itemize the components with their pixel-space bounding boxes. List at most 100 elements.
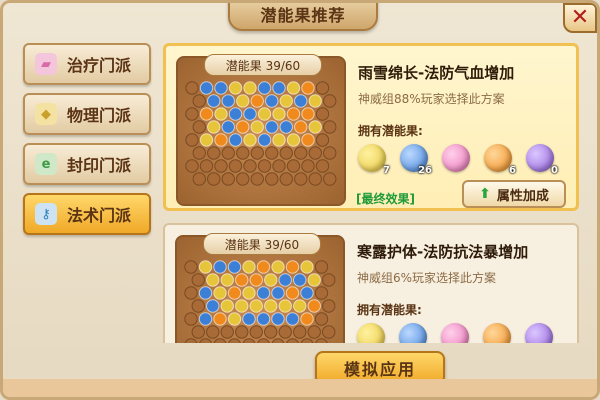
board-slot bbox=[228, 107, 243, 121]
board-slot bbox=[250, 120, 264, 134]
board-slot bbox=[301, 159, 315, 173]
owned-fruits-label: 拥有潜能果: bbox=[358, 124, 423, 138]
board-slot bbox=[191, 325, 205, 339]
board-slot bbox=[221, 94, 235, 108]
sidebar-item-seal[interactable]: e 封印门派 bbox=[23, 143, 151, 185]
board-slot bbox=[293, 273, 307, 287]
board-slot bbox=[315, 107, 330, 121]
attribute-bonus-button[interactable]: ⬆ 属性加成 bbox=[462, 180, 566, 208]
board-slot bbox=[236, 146, 250, 160]
final-effect-link[interactable]: [最终效果] bbox=[356, 190, 415, 207]
board-slot bbox=[323, 94, 337, 108]
board-slot bbox=[191, 273, 205, 287]
board-slot bbox=[207, 172, 221, 186]
board-slot bbox=[192, 94, 206, 108]
board-slot bbox=[184, 260, 198, 274]
board-slot bbox=[322, 299, 336, 313]
purple-fruit-icon: 0 bbox=[526, 144, 558, 176]
board-slot bbox=[323, 146, 337, 160]
board-slot bbox=[184, 312, 198, 326]
board-slot bbox=[243, 159, 257, 173]
board-slot bbox=[256, 260, 271, 274]
board-slot bbox=[199, 159, 214, 173]
board-slot bbox=[308, 120, 322, 134]
board-slot bbox=[271, 286, 285, 300]
board-slot bbox=[198, 286, 213, 300]
board-slot bbox=[214, 133, 228, 147]
board-slot bbox=[271, 338, 285, 343]
board-slot bbox=[242, 312, 256, 326]
board-slot bbox=[220, 299, 234, 313]
simulate-apply-label: 模拟应用 bbox=[343, 360, 416, 379]
board-slot bbox=[294, 172, 308, 186]
board-slot bbox=[214, 107, 228, 121]
board-slot bbox=[250, 172, 264, 186]
board-slot bbox=[279, 120, 293, 134]
orange-fruit-icon: 6 bbox=[484, 144, 516, 176]
board-slot bbox=[214, 81, 228, 95]
sidebar-item-label: 治疗门派 bbox=[67, 56, 132, 75]
board-slot bbox=[272, 107, 286, 121]
sidebar-item-magic[interactable]: ⚷ 法术门派 bbox=[23, 193, 151, 235]
sidebar-item-healing[interactable]: ▰ 治疗门派 bbox=[23, 43, 151, 85]
board-slot bbox=[307, 299, 321, 313]
board-slot bbox=[206, 299, 220, 313]
board-slot bbox=[315, 159, 330, 173]
board-slot bbox=[278, 273, 292, 287]
board-slot bbox=[236, 172, 250, 186]
board-slot bbox=[300, 338, 314, 343]
board-slot bbox=[235, 273, 249, 287]
board-slot bbox=[300, 260, 314, 274]
board-slot bbox=[271, 312, 285, 326]
board-slot bbox=[185, 133, 199, 147]
board-slot bbox=[249, 325, 263, 339]
board-slot bbox=[286, 133, 301, 147]
board-slot bbox=[286, 338, 299, 343]
owned-fruits: 7 26 6 0 bbox=[358, 144, 558, 176]
board-slot bbox=[227, 312, 242, 326]
fruit-board-grid bbox=[185, 81, 337, 186]
board-slot bbox=[250, 146, 264, 160]
board-slot bbox=[207, 146, 221, 160]
board-slot bbox=[307, 273, 321, 287]
board-slot bbox=[257, 159, 272, 173]
board-slot bbox=[257, 81, 272, 95]
board-slot bbox=[235, 299, 249, 313]
sidebar-item-physical[interactable]: ◆ 物理门派 bbox=[23, 93, 151, 135]
board-slot bbox=[279, 172, 293, 186]
board-slot bbox=[265, 172, 279, 186]
board-slot bbox=[192, 146, 206, 160]
board-slot bbox=[257, 133, 272, 147]
board-slot bbox=[257, 338, 270, 343]
close-icon: ✕ bbox=[570, 5, 590, 30]
board-slot bbox=[206, 325, 220, 339]
board-slot bbox=[272, 81, 286, 95]
board-slot bbox=[243, 107, 257, 121]
board-slot bbox=[315, 133, 330, 147]
board-slot bbox=[294, 94, 308, 108]
window-title: 潜能果推荐 bbox=[260, 6, 346, 25]
board-slot bbox=[199, 338, 212, 343]
board-slot bbox=[293, 325, 307, 339]
board-slot bbox=[243, 81, 257, 95]
gold-fruit-icon: 7 bbox=[358, 144, 390, 176]
board-slot bbox=[322, 273, 336, 287]
plan-card-2[interactable]: 潜能果 39/60 寒露护体-法防抗法暴增加 神威组6%玩家选择此方案 拥有潜能… bbox=[163, 223, 579, 343]
board-slot bbox=[314, 286, 329, 300]
board-slot bbox=[308, 172, 322, 186]
board-slot bbox=[271, 260, 285, 274]
board-slot bbox=[249, 273, 263, 287]
board-slot bbox=[220, 273, 234, 287]
close-button[interactable]: ✕ bbox=[563, 3, 597, 33]
board-slot bbox=[286, 159, 301, 173]
board-slot bbox=[206, 273, 220, 287]
board-slot bbox=[256, 286, 271, 300]
board-slot bbox=[220, 325, 234, 339]
board-slot bbox=[265, 146, 279, 160]
board-slot bbox=[243, 133, 257, 147]
board-slot bbox=[192, 172, 206, 186]
plan-card-1[interactable]: 潜能果 39/60 雨雪绵长-法防气血增加 神威组88%玩家选择此方案 拥有潜能… bbox=[163, 43, 579, 211]
board-slot bbox=[236, 94, 250, 108]
board-slot bbox=[242, 286, 256, 300]
gold-fruit-icon bbox=[357, 323, 385, 343]
